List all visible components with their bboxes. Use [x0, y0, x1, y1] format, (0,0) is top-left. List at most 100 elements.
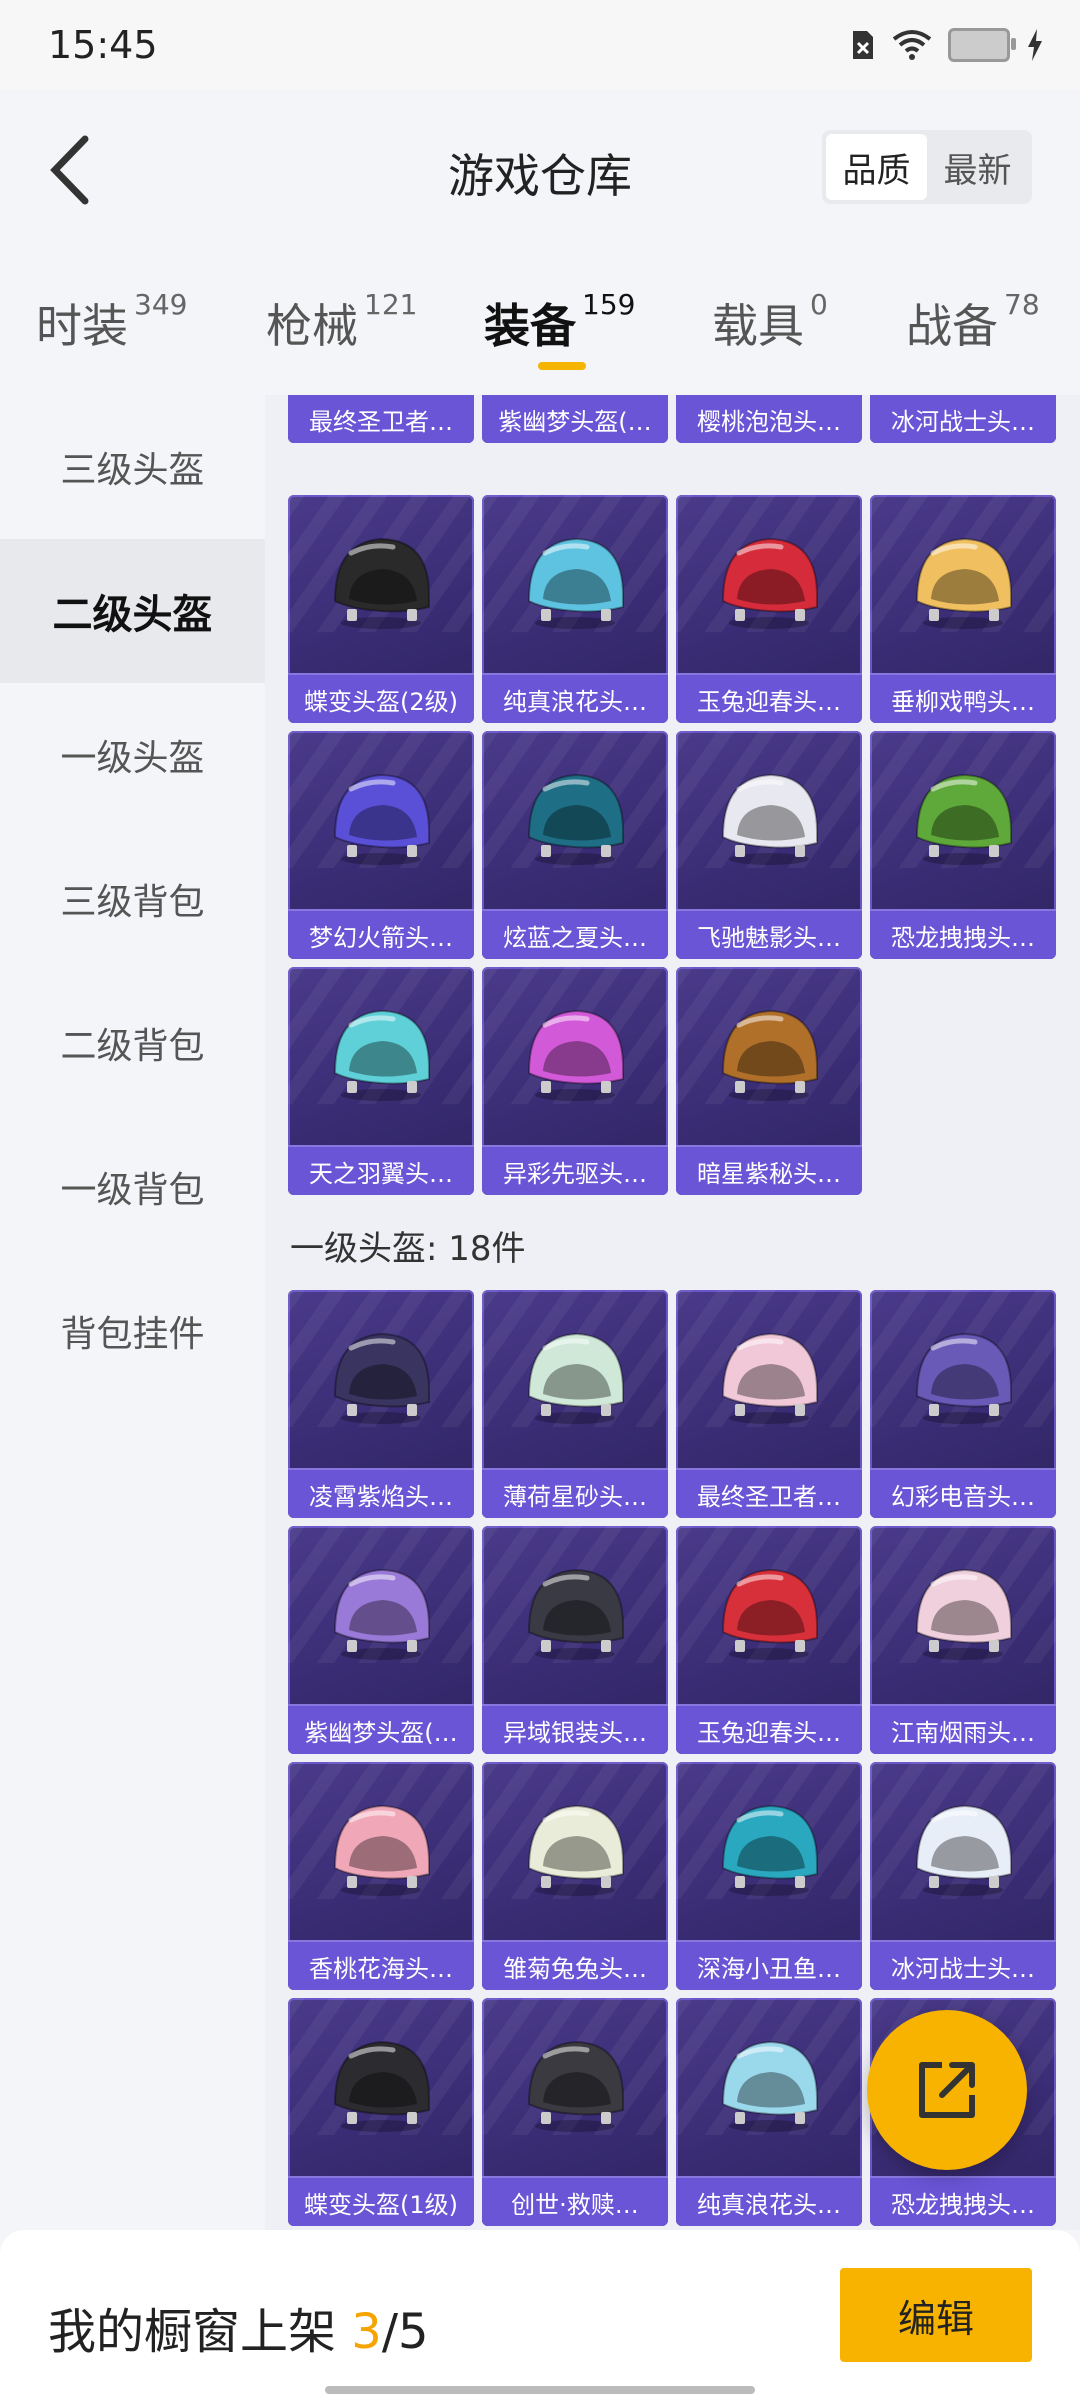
tab-count: 78 — [1004, 288, 1040, 321]
helmet-icon — [527, 537, 624, 629]
tab-label: 时装 — [36, 299, 128, 353]
item-card[interactable]: 暗星紫秘头… — [676, 967, 862, 1195]
item-card[interactable]: 飞驰魅影头… — [676, 731, 862, 959]
sim-icon — [853, 31, 873, 59]
tab-supplies[interactable]: 战备 78 — [906, 288, 1040, 356]
status-bar: 15:45 — [0, 0, 1080, 90]
item-name: 恐龙拽拽头… — [870, 909, 1056, 959]
item-card[interactable]: 创世·救赎… — [482, 1998, 668, 2226]
item-card[interactable]: 异域银装头… — [482, 1526, 668, 1754]
item-card[interactable]: 纯真浪花头… — [676, 1998, 862, 2226]
tab-label: 枪械 — [266, 299, 358, 353]
item-name: 香桃花海头… — [288, 1940, 474, 1990]
item-name: 创世·救赎… — [482, 2176, 668, 2226]
item-name: 梦幻火箭头… — [288, 909, 474, 959]
sidebar: 三级头盔 二级头盔 一级头盔 三级背包 二级背包 一级背包 背包挂件 — [0, 395, 265, 2230]
item-card[interactable]: 雏菊兔兔头… — [482, 1762, 668, 1990]
helmet-icon — [915, 1804, 1012, 1896]
helmet-icon — [721, 773, 818, 865]
tab-weapons[interactable]: 枪械 121 — [266, 288, 417, 356]
item-name: 暗星紫秘头… — [676, 1145, 862, 1195]
item-name: 紫幽梦头盔(… — [288, 1704, 474, 1754]
helmet-icon — [527, 2040, 624, 2132]
item-name: 最终圣卫者… — [676, 1468, 862, 1518]
item-card[interactable]: 蝶变头盔(1级) — [288, 1998, 474, 2226]
helmet-icon — [915, 1332, 1012, 1424]
sidebar-item-level3-helmet[interactable]: 三级头盔 — [0, 395, 265, 539]
sidebar-item-level2-backpack[interactable]: 二级背包 — [0, 971, 265, 1115]
item-card[interactable]: 薄荷星砂头… — [482, 1290, 668, 1518]
item-card[interactable]: 冰河战士头… — [870, 395, 1056, 443]
item-name: 异彩先驱头… — [482, 1145, 668, 1195]
helmet-icon — [721, 2040, 818, 2132]
helmet-icon — [915, 1568, 1012, 1660]
share-fab[interactable] — [867, 2010, 1027, 2170]
item-card[interactable]: 炫蓝之夏头… — [482, 731, 668, 959]
item-card[interactable]: 冰河战士头… — [870, 1762, 1056, 1990]
helmet-icon — [527, 1568, 624, 1660]
item-card[interactable]: 幻彩电音头… — [870, 1290, 1056, 1518]
item-card[interactable]: 梦幻火箭头… — [288, 731, 474, 959]
item-card[interactable]: 蝶变头盔(2级) — [288, 495, 474, 723]
item-card[interactable]: 紫幽梦头盔(… — [482, 395, 668, 443]
item-name: 蝶变头盔(1级) — [288, 2176, 474, 2226]
helmet-icon — [333, 537, 430, 629]
item-name: 樱桃泡泡头… — [676, 395, 862, 443]
helmet-icon — [333, 1568, 430, 1660]
item-name: 深海小丑鱼… — [676, 1940, 862, 1990]
sort-newest[interactable]: 最新 — [927, 134, 1028, 200]
item-name: 紫幽梦头盔(… — [482, 395, 668, 443]
home-indicator — [325, 2386, 755, 2394]
category-tabs: 时装 349 枪械 121 装备 159 载具 0 战备 78 — [0, 288, 1080, 400]
helmet-icon — [527, 1804, 624, 1896]
item-card[interactable]: 江南烟雨头… — [870, 1526, 1056, 1754]
item-card[interactable]: 紫幽梦头盔(… — [288, 1526, 474, 1754]
item-card[interactable]: 玉兔迎春头… — [676, 1526, 862, 1754]
tab-count: 349 — [134, 288, 188, 321]
sidebar-item-backpack-charm[interactable]: 背包挂件 — [0, 1259, 265, 1403]
item-grid: 最终圣卫者… 紫幽梦头盔(… 樱桃泡泡头… 冰河战士头… 蝶变头盔(2级) 纯真浪花头… 玉… — [265, 395, 1080, 2230]
item-card[interactable]: 最终圣卫者… — [676, 1290, 862, 1518]
tab-label: 装备 — [484, 299, 576, 353]
tab-count: 0 — [810, 288, 828, 321]
item-card[interactable]: 天之羽翼头… — [288, 967, 474, 1195]
item-card[interactable]: 垂柳戏鸭头… — [870, 495, 1056, 723]
edit-button[interactable]: 编辑 — [840, 2268, 1032, 2362]
status-time: 15:45 — [48, 23, 158, 67]
sidebar-item-level1-helmet[interactable]: 一级头盔 — [0, 683, 265, 827]
active-tab-indicator — [538, 362, 586, 370]
helmet-icon — [915, 537, 1012, 629]
sort-quality[interactable]: 品质 — [826, 134, 927, 200]
item-name: 纯真浪花头… — [676, 2176, 862, 2226]
sidebar-item-level3-backpack[interactable]: 三级背包 — [0, 827, 265, 971]
tab-count: 159 — [582, 288, 636, 321]
tab-vehicles[interactable]: 载具 0 — [712, 288, 828, 356]
item-card[interactable]: 恐龙拽拽头… — [870, 731, 1056, 959]
sidebar-item-level1-backpack[interactable]: 一级背包 — [0, 1115, 265, 1259]
item-name: 炫蓝之夏头… — [482, 909, 668, 959]
helmet-icon — [333, 1332, 430, 1424]
item-card[interactable]: 凌霄紫焰头… — [288, 1290, 474, 1518]
item-name: 幻彩电音头… — [870, 1468, 1056, 1518]
item-name: 玉兔迎春头… — [676, 673, 862, 723]
item-name: 薄荷星砂头… — [482, 1468, 668, 1518]
battery-icon — [948, 28, 1016, 62]
item-card[interactable]: 玉兔迎春头… — [676, 495, 862, 723]
item-card[interactable]: 异彩先驱头… — [482, 967, 668, 1195]
item-card[interactable]: 樱桃泡泡头… — [676, 395, 862, 443]
item-card[interactable]: 香桃花海头… — [288, 1762, 474, 1990]
sidebar-item-level2-helmet[interactable]: 二级头盔 — [0, 539, 265, 683]
helmet-icon — [527, 773, 624, 865]
item-card[interactable]: 最终圣卫者… — [288, 395, 474, 443]
helmet-icon — [527, 1332, 624, 1424]
item-card[interactable]: 深海小丑鱼… — [676, 1762, 862, 1990]
showcase-status: 我的橱窗上架 3/5 — [48, 2292, 429, 2362]
helmet-icon — [721, 1009, 818, 1101]
helmet-icon — [721, 537, 818, 629]
tab-equipment[interactable]: 装备 159 — [484, 288, 636, 356]
tab-fashion[interactable]: 时装 349 — [36, 288, 188, 356]
item-card[interactable]: 纯真浪花头… — [482, 495, 668, 723]
sort-toggle[interactable]: 品质 最新 — [822, 130, 1032, 204]
helmet-icon — [333, 1804, 430, 1896]
tab-label: 载具 — [712, 299, 804, 353]
